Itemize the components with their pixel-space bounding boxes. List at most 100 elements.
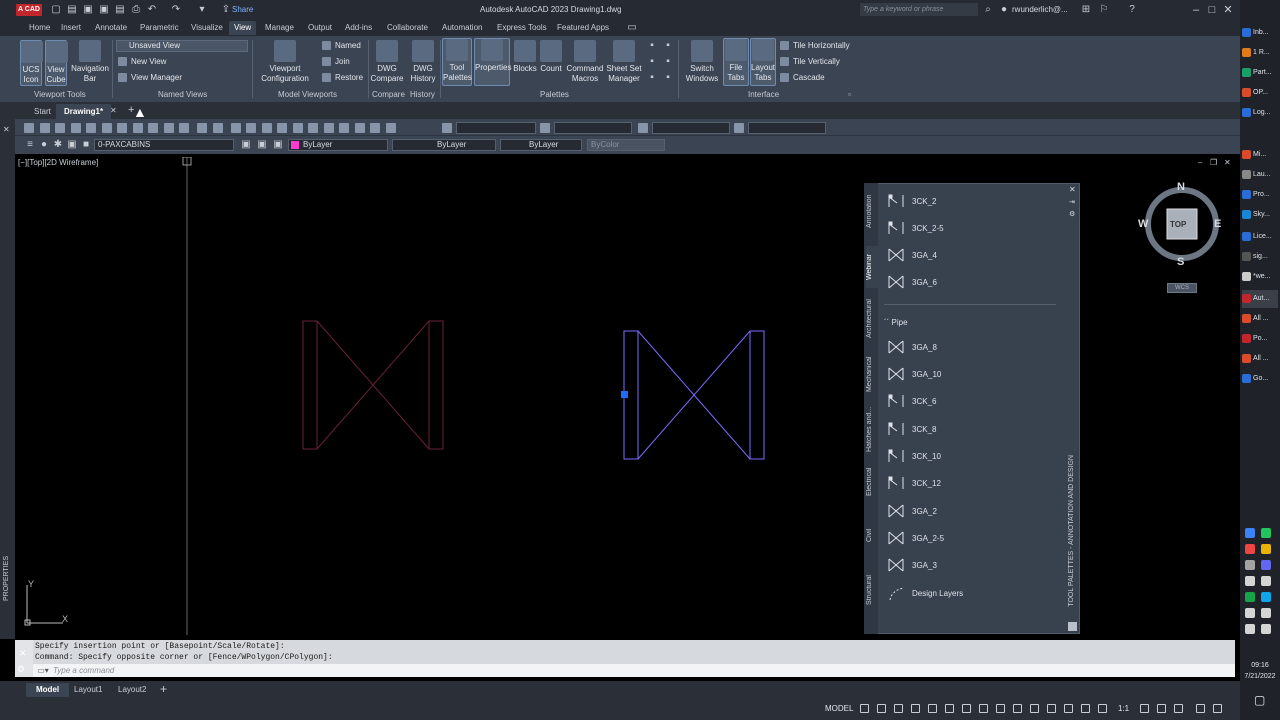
palette-item[interactable]: 3GA_4 [888, 246, 937, 266]
dynamic-ucs-icon[interactable] [1047, 704, 1056, 713]
command-close-icon[interactable]: ✕ [19, 648, 27, 659]
tray-cloud-icon[interactable] [1261, 608, 1271, 618]
view-cube-top-label[interactable]: TOP [1170, 220, 1186, 229]
palette-item[interactable]: 3CK_12 [888, 474, 941, 494]
preview-icon[interactable] [86, 123, 96, 133]
layout2-tab[interactable]: Layout2 [108, 683, 156, 697]
wcs-menu[interactable]: WCS [1167, 283, 1197, 293]
freeze-icon[interactable]: ✱ [52, 139, 64, 151]
3d-osnap-icon[interactable] [1030, 704, 1039, 713]
publish-icon[interactable] [101, 123, 112, 133]
model-space-indicator[interactable]: MODEL [825, 704, 853, 713]
share-button[interactable]: Share [232, 5, 253, 14]
palette-item[interactable]: 3GA_10 [888, 365, 941, 385]
close-icon[interactable]: ✕ [3, 125, 10, 134]
customization-icon[interactable] [1213, 704, 1222, 713]
palette-tab-webinar[interactable]: Webinar [866, 246, 878, 288]
maximize-icon[interactable]: □ [1204, 2, 1220, 18]
qnew-icon[interactable] [24, 123, 34, 133]
taskbar-item[interactable]: Lau... [1242, 166, 1278, 184]
save-icon[interactable] [55, 123, 65, 133]
palette-tab-hatches-and-[interactable]: Hatches and... [866, 404, 878, 454]
blocks-button[interactable]: Blocks [513, 40, 537, 86]
open-file-icon[interactable]: ▤ [66, 4, 78, 16]
palette-small-icon[interactable]: ▪ [662, 56, 674, 68]
markup-icon[interactable] [354, 123, 365, 133]
previous-layer-icon[interactable]: ▣ [272, 139, 284, 151]
count-button[interactable]: Count [539, 40, 563, 86]
layer-color-icon[interactable]: ■ [80, 139, 92, 151]
web-mobile-icon[interactable]: ▤ [114, 4, 126, 16]
palette-tab-structural[interactable]: Structural [866, 568, 878, 612]
grip-point[interactable] [621, 391, 628, 398]
minimize-icon[interactable]: – [1188, 2, 1204, 18]
taskbar-item[interactable]: Go... [1242, 370, 1278, 388]
palette-item-design-layers[interactable]: Design Layers [888, 584, 963, 604]
tray-app-icon[interactable] [1245, 528, 1255, 538]
undo-icon[interactable] [197, 123, 207, 133]
palette-item[interactable]: 3CK_6 [888, 392, 936, 412]
tool-palettes-button[interactable]: Tool Palettes [442, 38, 472, 86]
workspace-icon[interactable]: ▾ [196, 4, 208, 16]
cut-icon[interactable] [117, 123, 127, 133]
text-style-dropdown[interactable] [456, 122, 536, 134]
properties-icon[interactable] [292, 123, 303, 133]
command-input[interactable]: ▭▾ Type a command [33, 664, 1235, 677]
palette-tab-architectural[interactable]: Architectural [866, 294, 878, 344]
dim-style-icon[interactable] [540, 123, 550, 133]
match-layer-icon[interactable]: ▣ [256, 139, 268, 151]
tray-office-icon[interactable] [1245, 544, 1255, 554]
compass-west[interactable]: W [1138, 218, 1148, 230]
dwg-compare-button[interactable]: DWG Compare [370, 40, 404, 86]
table-style-icon[interactable] [638, 123, 648, 133]
taskbar-item[interactable]: All ... [1242, 350, 1278, 368]
palette-close-icon[interactable]: ✕ [1069, 185, 1076, 194]
tray-volume-icon[interactable] [1245, 624, 1255, 634]
save-icon[interactable]: ▣ [82, 4, 94, 16]
save-as-icon[interactable]: ▣ [98, 4, 110, 16]
taskbar-item[interactable]: Po... [1242, 330, 1278, 348]
make-current-icon[interactable]: ▣ [240, 139, 252, 151]
snap-icon[interactable] [877, 704, 886, 713]
system-clock[interactable]: 09:16 7/21/2022 [1242, 660, 1278, 682]
valve-block-left[interactable] [302, 320, 444, 450]
polar-icon[interactable] [911, 704, 920, 713]
redo-icon[interactable] [212, 123, 223, 133]
palette-menu-icon[interactable] [1068, 622, 1077, 631]
tray-update-icon[interactable] [1261, 528, 1271, 538]
ribbon-tab-automation[interactable]: Automation [437, 21, 487, 35]
undo-icon[interactable]: ↶ [146, 4, 158, 16]
taskbar-item[interactable]: *we... [1242, 268, 1278, 286]
palette-small-icon[interactable]: ▪ [646, 56, 658, 68]
redo-icon[interactable]: ↷ [170, 4, 182, 16]
properties-button[interactable]: Properties [474, 38, 511, 86]
sheet-set-manager-button[interactable]: Sheet Set Manager [605, 40, 643, 86]
annotation-visibility-icon[interactable] [1064, 704, 1073, 713]
view-manager-button[interactable]: View Manager [118, 72, 182, 84]
dwg-history-button[interactable]: DWG History [407, 40, 439, 86]
close-icon[interactable]: ✕ [1220, 2, 1236, 18]
taskbar-item[interactable]: Aut... [1242, 290, 1278, 308]
ribbon-more-icon[interactable]: ▭ [626, 22, 638, 34]
color-dropdown[interactable]: ByLayer [288, 139, 388, 151]
tile-horizontally-button[interactable]: Tile Horizontally [780, 40, 850, 52]
tray-defender-icon[interactable] [1245, 592, 1255, 602]
navigation-bar-button[interactable]: Navigation Bar [70, 40, 110, 86]
taskbar-item[interactable]: OP... [1242, 84, 1278, 102]
multileader-style-icon[interactable] [734, 123, 744, 133]
taskbar-item[interactable]: Sky... [1242, 206, 1278, 224]
help-network-icon[interactable]: ⚐ [1098, 4, 1110, 16]
user-icon[interactable]: ● [998, 4, 1010, 16]
tray-mail-icon[interactable] [1245, 560, 1255, 570]
file-tabs-button[interactable]: File Tabs [723, 38, 749, 86]
valve-block-right[interactable] [623, 330, 765, 460]
ribbon-tab-featured-apps[interactable]: Featured Apps [552, 21, 614, 35]
palette-properties-icon[interactable]: ⚙ [1069, 210, 1075, 218]
ribbon-tab-collaborate[interactable]: Collaborate [382, 21, 433, 35]
palette-item[interactable]: 3CK_8 [888, 420, 936, 440]
group-title-palettes[interactable]: Palettes [540, 90, 569, 99]
ribbon-tab-home[interactable]: Home [24, 21, 55, 35]
join-viewports-button[interactable]: Join [322, 56, 350, 68]
open-icon[interactable] [39, 123, 50, 133]
osnap-track-icon[interactable] [945, 704, 954, 713]
